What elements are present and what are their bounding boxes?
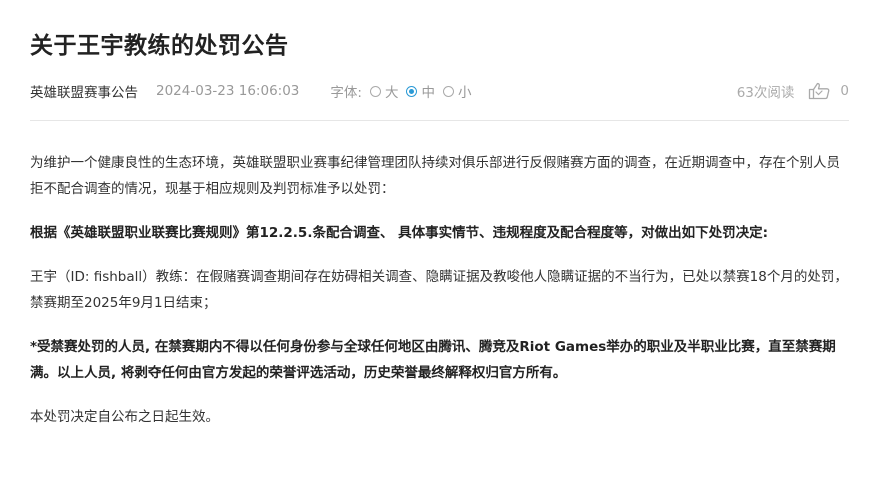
body-paragraph-rule: 根据《英雄联盟职业联赛比赛规则》第12.2.5.条配合调查、 具体事实情节、违规… (30, 225, 769, 241)
font-size-option-large[interactable]: 大 (369, 81, 399, 101)
radio-small[interactable] (442, 85, 454, 97)
radio-medium[interactable] (406, 85, 418, 97)
meta-divider (30, 120, 849, 121)
body-paragraph-intro: 为维护一个健康良性的生态环境，英雄联盟职业赛事纪律管理团队持续对俱乐部进行反假赌… (30, 155, 840, 197)
like-button[interactable]: 0 (808, 82, 849, 100)
body-paragraph-penalty: 王宇（ID: fishball）教练：在假赌赛调查期间存在妨碍相关调查、隐瞒证据… (30, 269, 848, 311)
like-count: 0 (840, 83, 849, 99)
view-count: 63次阅读 (736, 85, 795, 101)
font-size-medium-label: 中 (421, 85, 435, 101)
font-size-label: 字体: (330, 85, 362, 101)
article-page: 关于王宇教练的处罚公告 英雄联盟赛事公告 2024-03-23 16:06:03… (0, 0, 879, 497)
article-source: 英雄联盟赛事公告 (30, 85, 138, 101)
thumbs-up-icon[interactable] (808, 82, 830, 100)
article-body: 为维护一个健康良性的生态环境，英雄联盟职业赛事纪律管理团队持续对俱乐部进行反假赌… (30, 150, 849, 448)
font-size-option-medium[interactable]: 中 (406, 81, 435, 101)
body-paragraph-notice: *受禁赛处罚的人员, 在禁赛期内不得以任何身份参与全球任何地区由腾讯、腾竞及Ri… (30, 339, 836, 381)
body-paragraph-effective: 本处罚决定自公布之日起生效。 (30, 409, 219, 425)
font-size-option-small[interactable]: 小 (442, 81, 472, 101)
font-size-large-label: 大 (384, 85, 399, 101)
article-meta-bar: 英雄联盟赛事公告 2024-03-23 16:06:03 字体: 大 中 小 6… (30, 80, 849, 102)
publish-datetime: 2024-03-23 16:06:03 (156, 83, 300, 99)
article-title: 关于王宇教练的处罚公告 (30, 33, 289, 59)
font-size-small-label: 小 (457, 85, 472, 101)
radio-large[interactable] (369, 85, 381, 97)
